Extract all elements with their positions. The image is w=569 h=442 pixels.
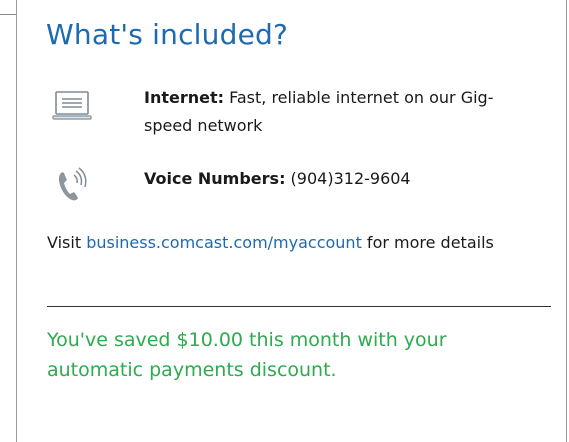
phone-icon	[47, 165, 97, 205]
feature-internet-text: Internet: Fast, reliable internet on our…	[144, 84, 524, 140]
feature-voice: Voice Numbers: (904)312-9604	[47, 165, 411, 205]
feature-voice-number: (904)312-9604	[285, 169, 411, 188]
divider	[47, 306, 551, 307]
page-edge-line	[0, 14, 16, 15]
feature-voice-text: Voice Numbers: (904)312-9604	[144, 165, 524, 193]
computer-icon	[47, 90, 97, 122]
visit-account-text: Visit business.comcast.com/myaccount for…	[47, 229, 517, 257]
visit-prefix: Visit	[47, 233, 87, 252]
account-link[interactable]: business.comcast.com/myaccount	[86, 233, 362, 252]
feature-internet-label: Internet:	[144, 88, 225, 107]
savings-message: You've saved $10.00 this month with your…	[47, 329, 447, 381]
card-title: What's included?	[46, 18, 289, 51]
whats-included-card: What's included? Internet: Fast, reliabl…	[16, 0, 567, 442]
feature-voice-label: Voice Numbers:	[144, 169, 286, 188]
visit-suffix: for more details	[361, 233, 494, 252]
feature-internet: Internet: Fast, reliable internet on our…	[47, 84, 493, 135]
